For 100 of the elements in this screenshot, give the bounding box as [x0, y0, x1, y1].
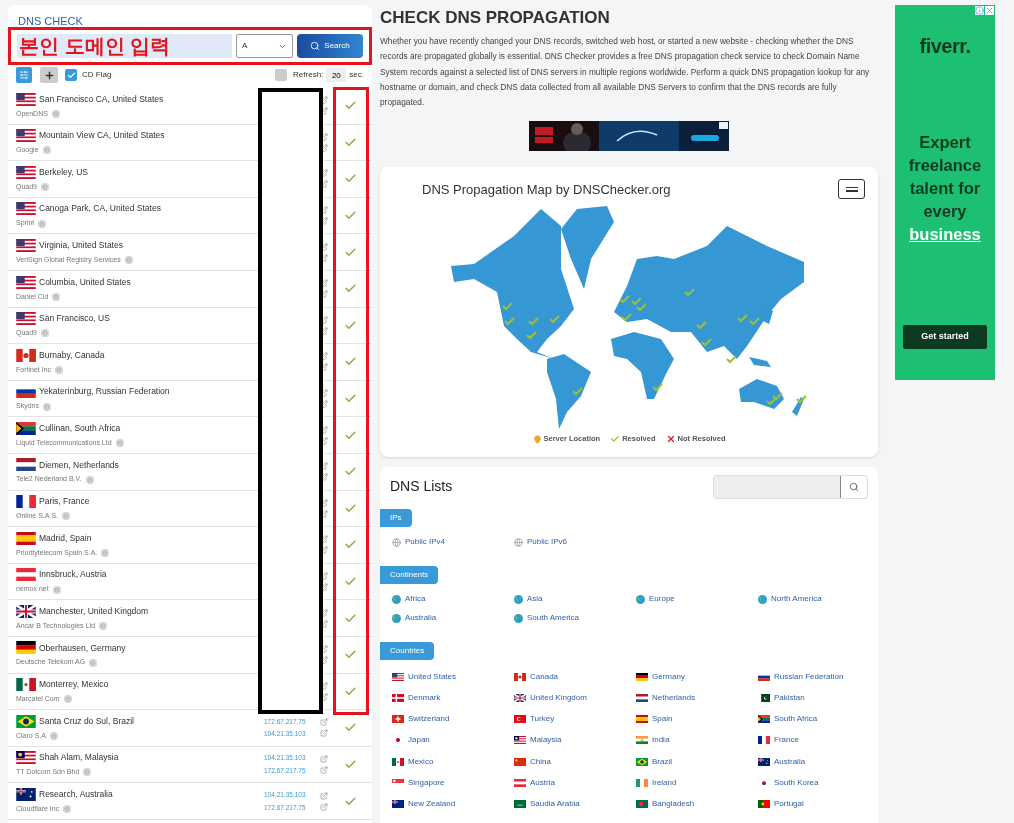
external-link-icon[interactable]	[320, 315, 328, 324]
external-link-icon[interactable]	[320, 132, 328, 141]
external-link-icon[interactable]	[320, 425, 328, 434]
list-link[interactable]: New Zealand	[408, 798, 456, 811]
external-link-icon[interactable]	[320, 180, 328, 189]
external-link-icon[interactable]	[320, 96, 328, 105]
list-link[interactable]: Europe	[649, 593, 675, 606]
external-link-icon[interactable]	[320, 535, 328, 544]
external-link-icon[interactable]	[320, 290, 328, 299]
search-button[interactable]: Search	[296, 34, 363, 58]
external-link-icon[interactable]	[320, 583, 328, 591]
list-link[interactable]: Malaysia	[530, 734, 562, 747]
list-link[interactable]: Australia	[405, 612, 437, 625]
list-link[interactable]: Public IPv4	[405, 536, 446, 549]
flag-icon	[392, 736, 404, 745]
external-link-icon[interactable]	[320, 473, 328, 482]
domain-input[interactable]: 본인 도메인 입력	[17, 34, 232, 58]
external-link-icon[interactable]	[320, 400, 328, 409]
external-link-icon[interactable]	[320, 692, 328, 701]
list-link[interactable]: Bangladesh	[652, 798, 695, 811]
list-link[interactable]: Austria	[530, 777, 555, 790]
external-link-icon[interactable]	[320, 546, 328, 555]
list-link[interactable]: United States	[408, 670, 457, 683]
list-link[interactable]: United Kingdom	[530, 691, 587, 704]
refresh-label: Refresh:	[293, 69, 324, 81]
flag-icon	[514, 736, 526, 745]
external-link-icon[interactable]	[320, 242, 328, 251]
external-link-icon[interactable]	[320, 363, 328, 372]
refresh-interval-input[interactable]: 20	[326, 68, 347, 82]
list-link[interactable]: North America	[771, 593, 822, 606]
add-button[interactable]	[40, 67, 58, 83]
plus-icon	[43, 69, 55, 81]
list-link[interactable]: Ireland	[652, 777, 677, 790]
external-link-icon[interactable]	[320, 619, 328, 628]
record-type-select[interactable]: A	[236, 34, 293, 58]
list-link[interactable]: Brazil	[652, 755, 672, 768]
list-link[interactable]: Portugal	[774, 798, 804, 811]
external-link-icon[interactable]	[320, 436, 328, 445]
external-link-icon[interactable]	[320, 608, 328, 617]
external-link-icon[interactable]	[320, 572, 328, 580]
external-link-icon[interactable]	[320, 279, 328, 288]
flag-icon	[16, 604, 36, 618]
flag-icon	[16, 458, 36, 472]
external-link-icon[interactable]	[320, 143, 328, 152]
list-link[interactable]: Mexico	[408, 755, 434, 768]
external-link-icon[interactable]	[320, 169, 328, 178]
list-link[interactable]: China	[530, 755, 551, 768]
flag-icon	[16, 238, 36, 252]
external-link-icon[interactable]	[320, 656, 328, 665]
list-link[interactable]: India	[652, 734, 670, 747]
external-link-icon[interactable]	[320, 253, 328, 262]
flag-icon	[16, 129, 36, 143]
flag-icon	[514, 757, 526, 766]
external-link-icon[interactable]	[320, 462, 328, 471]
external-link-icon[interactable]	[320, 206, 328, 215]
external-link-icon[interactable]	[320, 352, 328, 361]
list-link[interactable]: Africa	[405, 593, 426, 606]
list-link[interactable]: South America	[527, 612, 580, 625]
menu-button[interactable]	[838, 179, 865, 200]
server-location: Cullinan, South Africa	[39, 422, 121, 435]
list-link[interactable]: Public IPv6	[527, 536, 568, 549]
list-link[interactable]: Netherlands	[652, 691, 696, 704]
list-link[interactable]: Asia	[527, 593, 543, 606]
list-link[interactable]: Japan	[408, 734, 430, 747]
flag-icon	[16, 751, 36, 765]
refresh-checkbox[interactable]	[275, 69, 288, 81]
server-location: Diemen, Netherlands	[39, 458, 119, 472]
list-link[interactable]: South Korea	[774, 777, 819, 790]
search-field[interactable]	[713, 474, 868, 499]
list-link[interactable]: Switzerland	[408, 713, 450, 726]
list-link[interactable]: Saudia Arabia	[530, 798, 580, 811]
list-link[interactable]: France	[774, 734, 799, 747]
list-link[interactable]: Spain	[652, 713, 673, 726]
external-link-icon[interactable]	[320, 498, 328, 507]
flag-icon	[16, 92, 36, 106]
list-link[interactable]: Turkey	[530, 713, 555, 726]
server-location: Mountain View CA, United States	[39, 129, 165, 142]
list-link[interactable]: Germany	[652, 670, 685, 683]
flag-icon	[392, 800, 404, 809]
list-link[interactable]: Canada	[530, 670, 559, 683]
external-link-icon[interactable]	[320, 389, 328, 398]
list-link[interactable]: Singapore	[408, 777, 445, 790]
globe-icon	[514, 613, 523, 623]
external-link-icon[interactable]	[320, 645, 328, 654]
list-link[interactable]: Denmark	[408, 691, 441, 704]
cd-flag-checkbox[interactable]	[65, 69, 77, 81]
external-link-icon[interactable]	[320, 509, 328, 518]
list-link[interactable]: Russian Federation	[774, 670, 844, 683]
list-link[interactable]: Pakistan	[774, 691, 805, 704]
flag-icon	[16, 714, 36, 728]
list-link[interactable]: Australia	[774, 755, 806, 768]
flag-icon	[758, 757, 770, 766]
external-link-icon[interactable]	[320, 217, 328, 226]
external-link-icon[interactable]	[320, 326, 328, 335]
get-started-button[interactable]: Get started	[903, 325, 987, 349]
external-link-icon[interactable]	[320, 107, 328, 116]
external-link-icon[interactable]	[320, 681, 328, 690]
server-location: San Francisco, US	[39, 312, 110, 325]
sliders-icon	[19, 70, 29, 80]
list-link[interactable]: South Africa	[774, 713, 818, 726]
